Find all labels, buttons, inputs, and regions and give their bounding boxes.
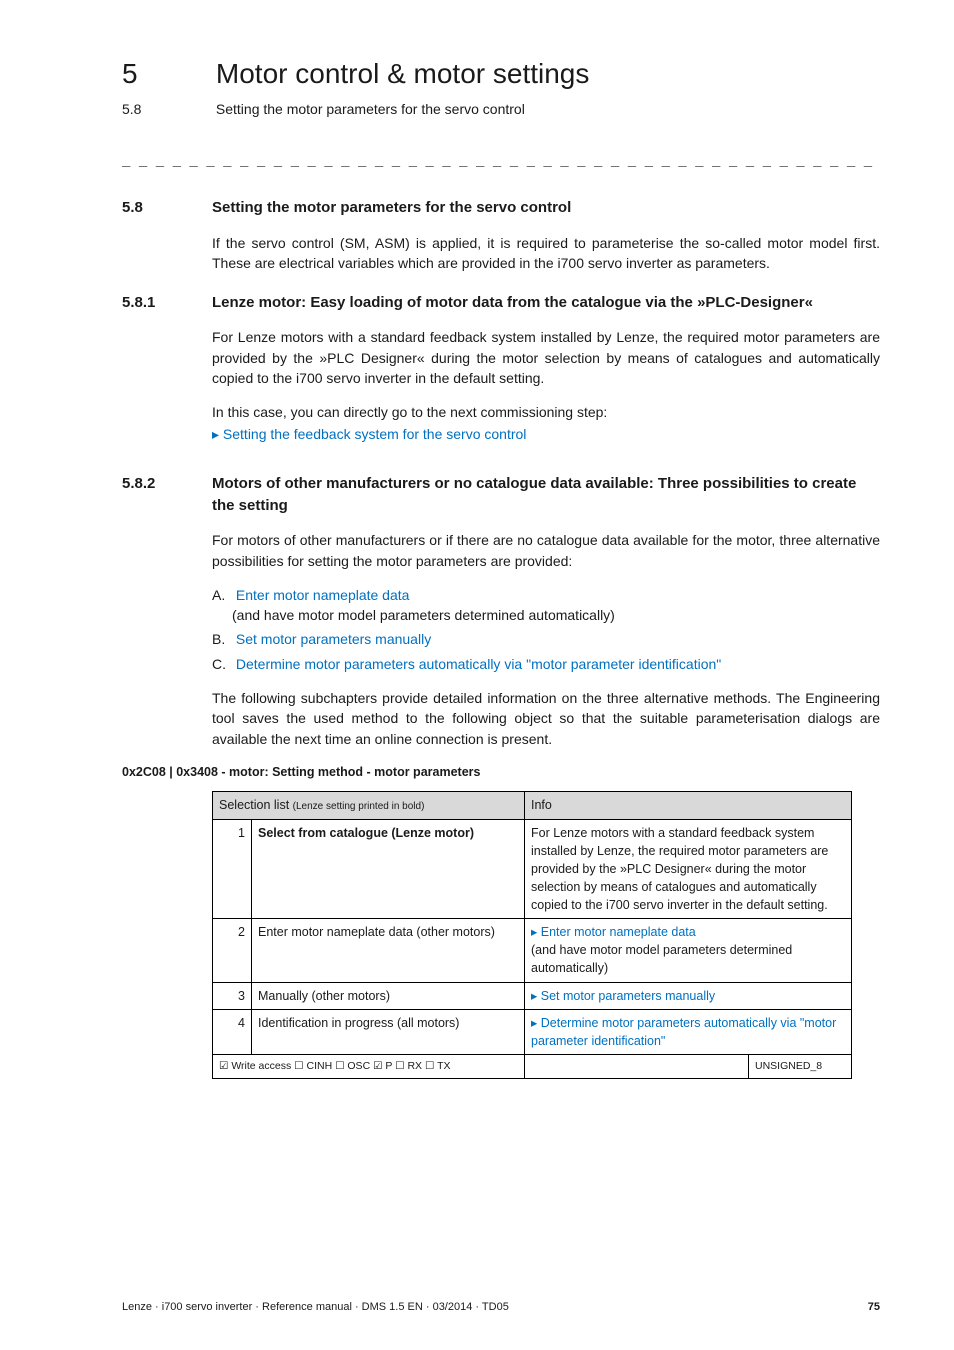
cross-reference-link[interactable]: Determine motor parameters automatically…: [531, 1016, 836, 1048]
selection-cell: Enter motor nameplate data (other motors…: [252, 919, 525, 982]
section-title: Setting the motor parameters for the ser…: [212, 197, 880, 219]
cross-reference-link[interactable]: Setting the feedback system for the serv…: [212, 426, 526, 442]
paragraph: In this case, you can directly go to the…: [212, 402, 880, 422]
table-footer-row: ☑ Write access ☐ CINH ☐ OSC ☑ P ☐ RX ☐ T…: [213, 1054, 852, 1078]
cross-reference-link[interactable]: Determine motor parameters automatically…: [236, 656, 721, 672]
info-cell: Set motor parameters manually: [525, 982, 852, 1009]
chapter-title: Motor control & motor settings: [216, 58, 589, 89]
divider-dashes: _ _ _ _ _ _ _ _ _ _ _ _ _ _ _ _ _ _ _ _ …: [122, 149, 880, 169]
section-number-small: 5.8: [122, 99, 212, 119]
section-num: 5.8.1: [122, 292, 212, 314]
list-item-tail: (and have motor model parameters determi…: [232, 607, 615, 623]
list-item: C. Determine motor parameters automatica…: [212, 654, 880, 674]
info-tail: (and have motor model parameters determi…: [531, 943, 792, 975]
page-number: 75: [868, 1300, 880, 1316]
selection-cell: Select from catalogue (Lenze motor): [252, 819, 525, 919]
selection-cell: Manually (other motors): [252, 982, 525, 1009]
table-row: 4 Identification in progress (all motors…: [213, 1009, 852, 1054]
section-title: Lenze motor: Easy loading of motor data …: [212, 292, 880, 314]
paragraph: If the servo control (SM, ASM) is applie…: [212, 233, 880, 274]
cross-reference-link[interactable]: Set motor parameters manually: [236, 631, 431, 647]
row-number: 1: [213, 819, 252, 919]
paragraph: For Lenze motors with a standard feedbac…: [212, 327, 880, 388]
parameter-heading: 0x2C08 | 0x3408 - motor: Setting method …: [122, 763, 880, 781]
info-cell: Determine motor parameters automatically…: [525, 1009, 852, 1054]
section-header-line: 5.8 Setting the motor parameters for the…: [122, 99, 880, 119]
parameter-table: Selection list (Lenze setting printed in…: [212, 791, 852, 1079]
section-num: 5.8.2: [122, 473, 212, 517]
access-flags: ☑ Write access ☐ CINH ☐ OSC ☑ P ☐ RX ☐ T…: [213, 1054, 525, 1078]
section-title-small: Setting the motor parameters for the ser…: [216, 101, 525, 117]
option-list: A. Enter motor nameplate data (and have …: [212, 585, 880, 674]
list-marker: B.: [212, 629, 232, 649]
table-row: 2 Enter motor nameplate data (other moto…: [213, 919, 852, 982]
cross-reference-link[interactable]: Enter motor nameplate data: [236, 587, 410, 603]
list-marker: A.: [212, 585, 232, 605]
section-5-8: 5.8 Setting the motor parameters for the…: [122, 197, 880, 219]
footer-left: Lenze · i700 servo inverter · Reference …: [122, 1300, 509, 1316]
cross-reference-link[interactable]: Set motor parameters manually: [531, 989, 715, 1003]
info-cell: For Lenze motors with a standard feedbac…: [525, 819, 852, 919]
col-label-small: (Lenze setting printed in bold): [293, 801, 425, 812]
section-title: Motors of other manufacturers or no cata…: [212, 473, 880, 517]
table-header-cell: Selection list (Lenze setting printed in…: [213, 792, 525, 820]
table-row: 1 Select from catalogue (Lenze motor) Fo…: [213, 819, 852, 919]
section-num: 5.8: [122, 197, 212, 219]
list-item: B. Set motor parameters manually: [212, 629, 880, 649]
section-5-8-1: 5.8.1 Lenze motor: Easy loading of motor…: [122, 292, 880, 314]
chapter-number: 5: [122, 54, 212, 95]
info-cell: Enter motor nameplate data (and have mot…: [525, 919, 852, 982]
row-number: 3: [213, 982, 252, 1009]
data-type-cell: UNSIGNED_8: [749, 1054, 852, 1078]
section-5-8-2: 5.8.2 Motors of other manufacturers or n…: [122, 473, 880, 517]
list-item: A. Enter motor nameplate data (and have …: [212, 585, 880, 626]
empty-cell: [525, 1054, 749, 1078]
chapter-header: 5 Motor control & motor settings: [122, 54, 880, 95]
page-footer: Lenze · i700 servo inverter · Reference …: [122, 1300, 880, 1316]
list-marker: C.: [212, 654, 232, 674]
paragraph: The following subchapters provide detail…: [212, 688, 880, 749]
cross-reference-link[interactable]: Enter motor nameplate data: [531, 925, 696, 939]
row-number: 2: [213, 919, 252, 982]
table-row: 3 Manually (other motors) Set motor para…: [213, 982, 852, 1009]
col-label: Selection list: [219, 798, 293, 812]
table-header-cell: Info: [525, 792, 852, 820]
table-header-row: Selection list (Lenze setting printed in…: [213, 792, 852, 820]
selection-cell: Identification in progress (all motors): [252, 1009, 525, 1054]
paragraph: For motors of other manufacturers or if …: [212, 530, 880, 571]
row-number: 4: [213, 1009, 252, 1054]
